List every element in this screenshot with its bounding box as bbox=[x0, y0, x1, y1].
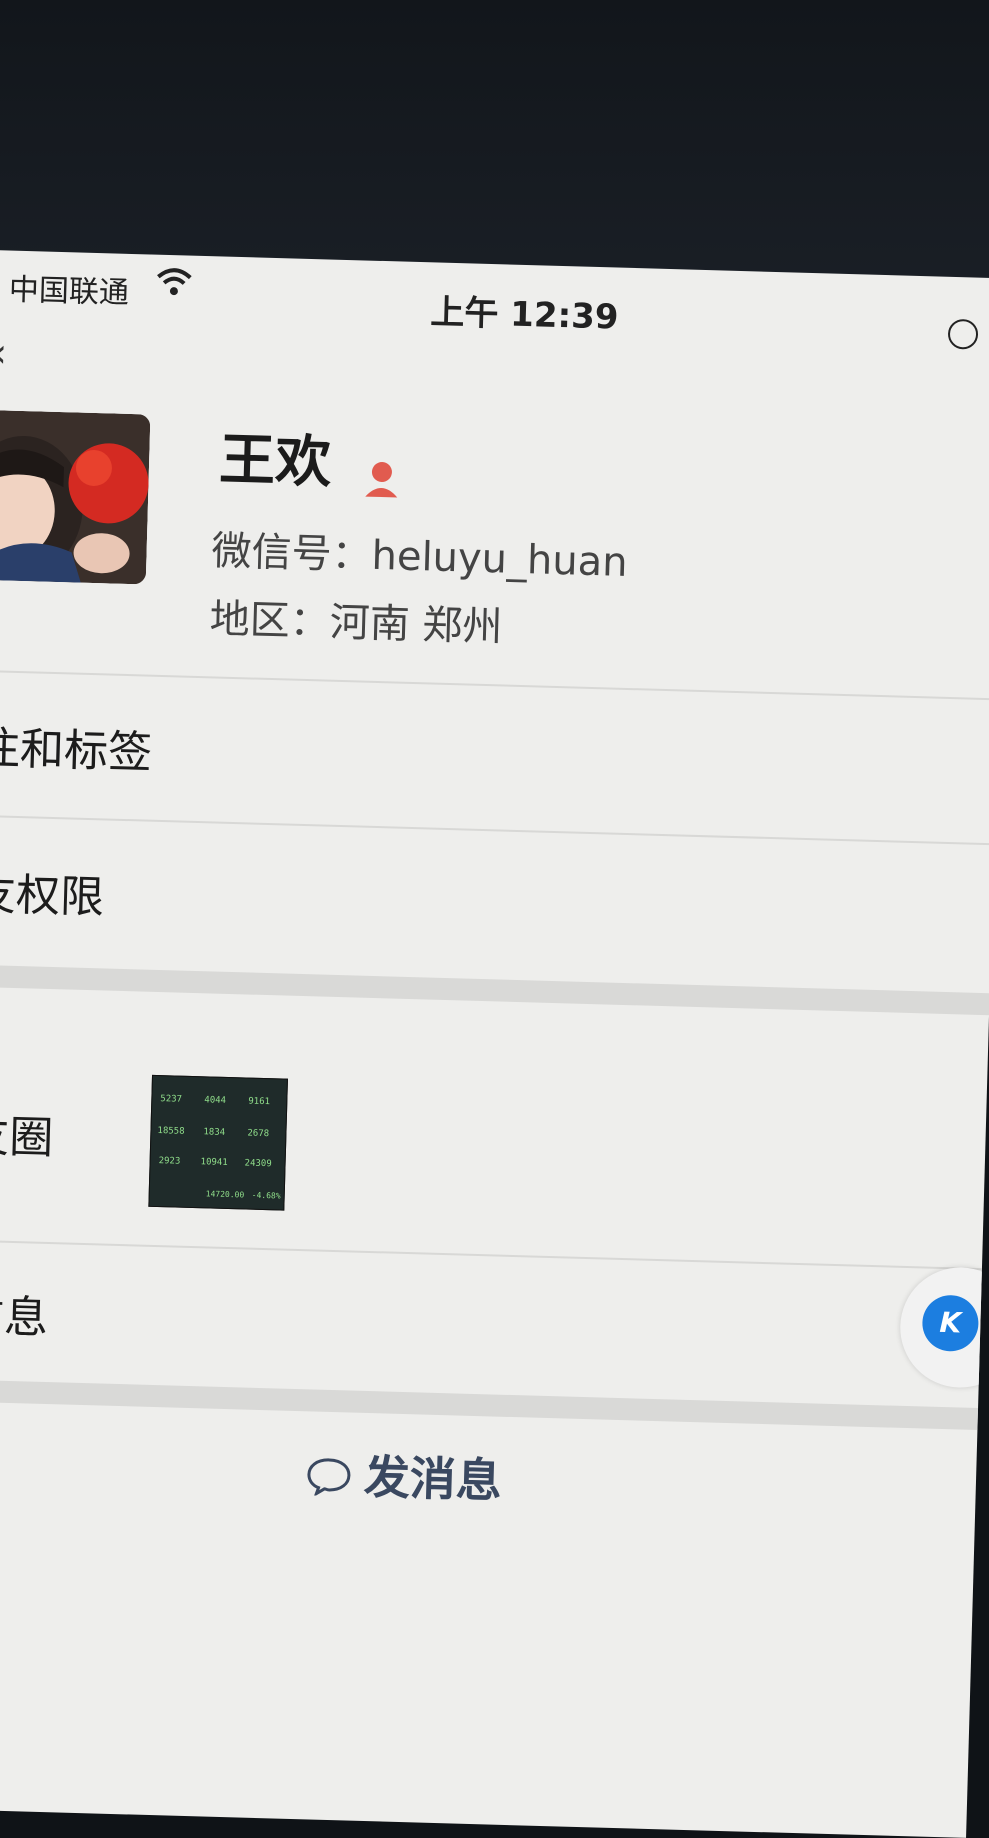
section-gap bbox=[0, 1379, 979, 1431]
female-gender-icon bbox=[365, 461, 398, 497]
remark-tags-row[interactable]: 注和标签 bbox=[0, 712, 153, 781]
wechat-id: 微信号：heluyu_huan bbox=[211, 528, 629, 586]
region: 地区：河南 郑州 bbox=[209, 596, 504, 651]
moments-thumbnail[interactable]: 5237 4044 9161 18558 1834 2678 2923 1094… bbox=[148, 1074, 288, 1211]
moments-row[interactable]: 友圈 bbox=[0, 1100, 54, 1166]
divider bbox=[0, 1239, 982, 1271]
avatar[interactable] bbox=[0, 409, 151, 585]
thumb-value: -4.68% bbox=[251, 1190, 281, 1201]
thumb-value: 9161 bbox=[248, 1096, 271, 1108]
more-info-row[interactable]: 信息 bbox=[0, 1280, 49, 1346]
divider bbox=[0, 814, 989, 846]
floating-k-icon: K bbox=[921, 1294, 980, 1353]
thumb-value: 24309 bbox=[244, 1158, 272, 1170]
friend-permissions-row[interactable]: 友权限 bbox=[0, 858, 105, 926]
rotation-lock-icon bbox=[947, 318, 979, 350]
profile-name-row: 王欢 bbox=[218, 414, 403, 500]
section-gap bbox=[0, 964, 989, 1016]
thumb-value: 5237 bbox=[160, 1094, 183, 1105]
thumb-value: 18558 bbox=[157, 1126, 185, 1137]
phone-screen: 中国联通 上午 12:39 ‹ 王欢 微信号：heluyu_huan 地区：河南… bbox=[0, 250, 989, 1838]
thumb-value: 4044 bbox=[204, 1095, 227, 1106]
status-time: 上午 12:39 bbox=[429, 292, 619, 338]
wifi-icon bbox=[157, 268, 192, 296]
send-message-label: 发消息 bbox=[363, 1449, 503, 1508]
chat-bubble-icon bbox=[307, 1458, 351, 1497]
back-chevron-icon[interactable]: ‹ bbox=[0, 330, 8, 376]
thumb-value: 10941 bbox=[200, 1157, 228, 1168]
thumb-value: 2678 bbox=[247, 1128, 270, 1140]
send-message-button[interactable]: 发消息 bbox=[305, 1439, 503, 1510]
profile-name: 王欢 bbox=[218, 427, 333, 496]
floating-assistant-button[interactable]: K bbox=[898, 1265, 989, 1390]
thumb-value: 14720.00 bbox=[205, 1189, 245, 1200]
thumb-value: 2923 bbox=[158, 1156, 181, 1167]
divider bbox=[0, 669, 989, 701]
thumb-value: 1834 bbox=[203, 1127, 226, 1138]
carrier-label: 中国联通 bbox=[8, 272, 130, 311]
